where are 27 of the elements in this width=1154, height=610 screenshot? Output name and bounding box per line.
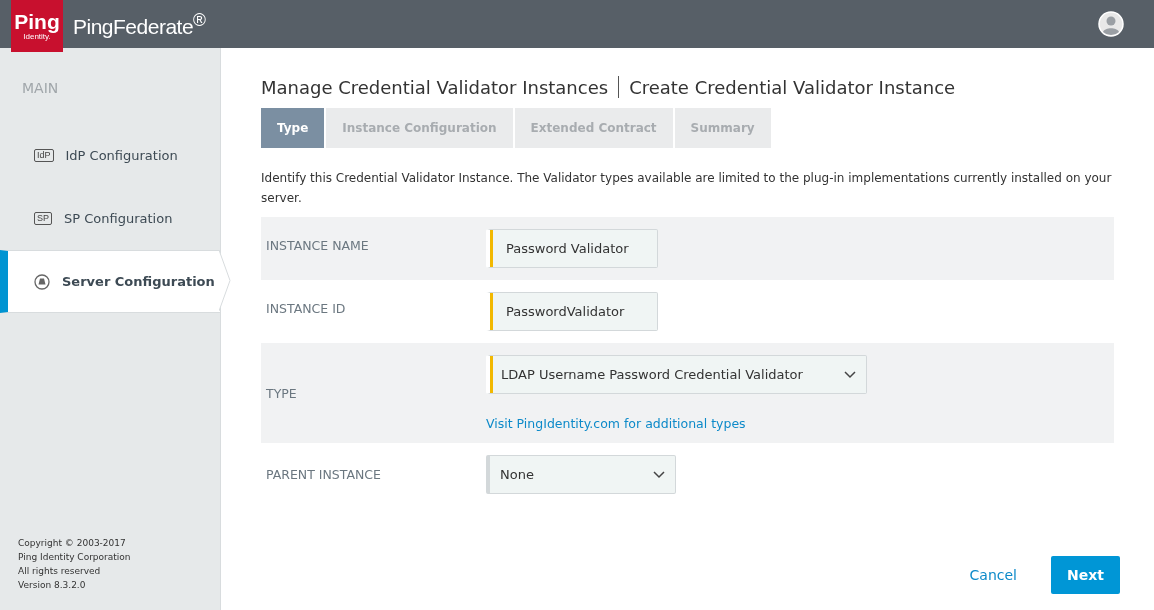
user-avatar-icon[interactable] xyxy=(1098,11,1124,37)
server-icon xyxy=(34,273,50,290)
cancel-link[interactable]: Cancel xyxy=(969,567,1017,583)
field-label: INSTANCE NAME xyxy=(265,237,370,255)
nav-item[interactable]: SP SP Configuration xyxy=(0,187,220,250)
page-subtitle: Create Credential Validator Instance xyxy=(629,76,956,98)
field-label: INSTANCE ID xyxy=(265,300,347,318)
field-label: PARENT INSTANCE xyxy=(265,466,382,484)
chevron-down-icon xyxy=(844,370,856,379)
footer-text: Copyright © 2003-2017 xyxy=(18,537,127,550)
logo: Ping Identity. xyxy=(11,0,63,52)
text-field[interactable]: Password Validator xyxy=(486,229,658,268)
footer-text: All rights reserved xyxy=(18,565,102,578)
text-field[interactable]: PasswordValidator xyxy=(486,292,658,331)
footer-text: Ping Identity Corporation xyxy=(18,551,132,564)
product-name: PingFederate$^{®}$ xyxy=(73,9,206,39)
field-label: TYPE xyxy=(265,384,298,403)
footer-text: Version 8.3.2.0 xyxy=(18,579,87,592)
description: Identify this Credential Validator Instance. The Validator types available are limited to the plug-in implementations currently installed on your server. xyxy=(261,170,1113,207)
nav-item[interactable]: IdP IdP Configuration xyxy=(0,124,220,187)
chevron-down-icon xyxy=(653,470,665,479)
nav-badge: IdP xyxy=(34,148,54,162)
page-title: Manage Credential Validator Instances xyxy=(261,76,609,98)
section-label: MAIN xyxy=(21,79,60,98)
dropdown[interactable]: None xyxy=(486,455,676,494)
dropdown[interactable]: LDAP Username Password Credential Validator xyxy=(486,355,867,394)
nav-badge: SP xyxy=(34,211,52,225)
